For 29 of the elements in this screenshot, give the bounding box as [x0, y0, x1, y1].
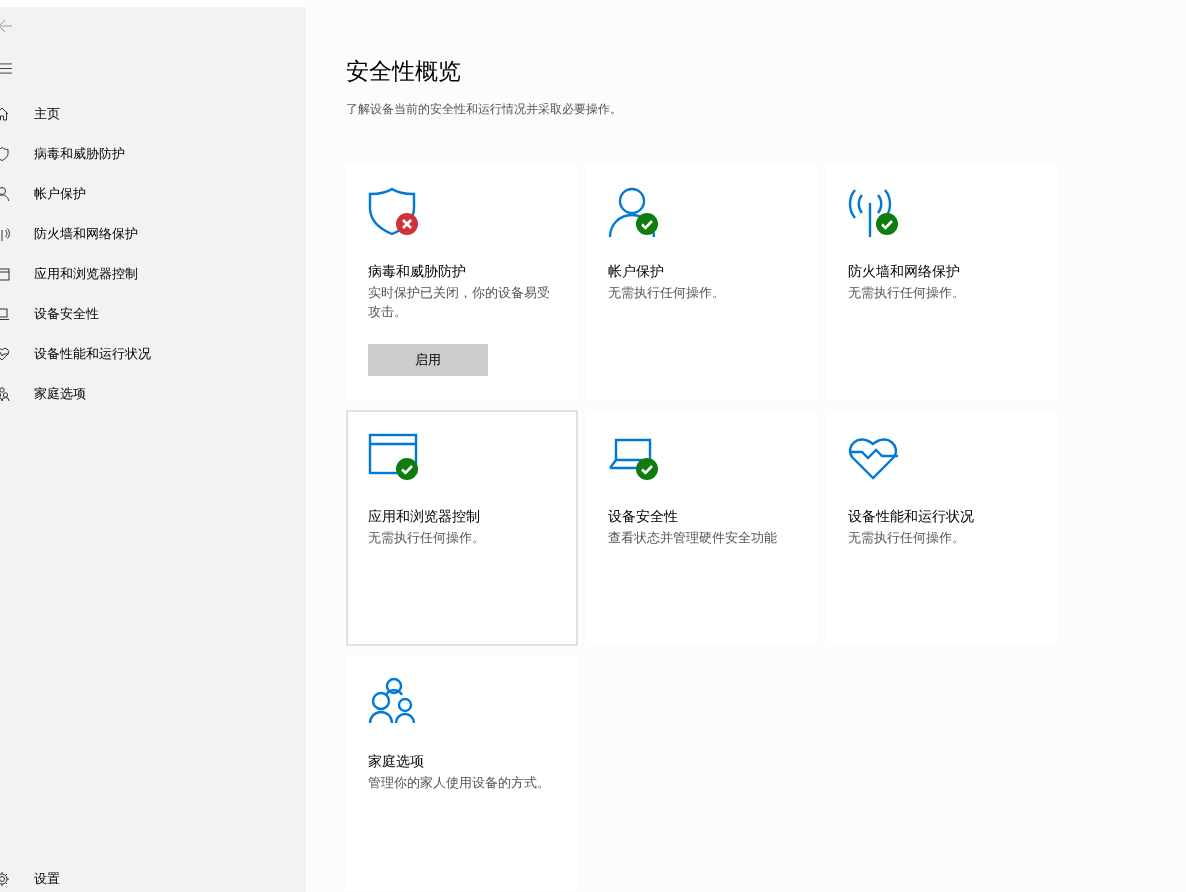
- card-description: 查看状态并管理硬件安全功能: [608, 529, 778, 547]
- nav-item[interactable]: 设备安全性: [34, 305, 99, 323]
- settings-nav-item[interactable]: 设置: [34, 870, 60, 888]
- menu-icon[interactable]: [0, 63, 12, 74]
- turn-on-button[interactable]: 启用: [368, 343, 488, 376]
- nav-item[interactable]: 设备性能和运行状况: [34, 345, 151, 363]
- page-subtitle: 了解设备当前的安全性和运行情况并采取必要操作。: [346, 101, 623, 118]
- card-description: 无需执行任何操作。: [608, 284, 726, 302]
- nav-item[interactable]: 防火墙和网络保护: [34, 225, 138, 243]
- nav-item[interactable]: 帐户保护: [34, 185, 86, 203]
- nav-item[interactable]: 家庭选项: [34, 385, 86, 403]
- status-card[interactable]: 应用和浏览器控制 无需执行任何操作。: [346, 410, 578, 646]
- card-title: 病毒和威胁防护: [368, 263, 467, 281]
- nav-item[interactable]: 主页: [34, 105, 60, 123]
- card-title: 防火墙和网络保护: [848, 263, 961, 281]
- card-title: 设备安全性: [608, 508, 679, 526]
- page-title: 安全性概览: [346, 57, 462, 86]
- card-description: 实时保护已关闭，你的设备易受攻击。: [368, 284, 551, 321]
- card-description: 管理你的家人使用设备的方式。: [368, 774, 551, 792]
- back-arrow-icon[interactable]: [0, 18, 13, 34]
- card-description: 无需执行任何操作。: [848, 284, 966, 302]
- card-title: 帐户保护: [608, 263, 665, 281]
- nav-item[interactable]: 病毒和威胁防护: [34, 145, 125, 163]
- card-description: 无需执行任何操作。: [368, 529, 486, 547]
- card-title: 家庭选项: [368, 753, 425, 771]
- card-description: 无需执行任何操作。: [848, 529, 966, 547]
- card-title: 设备性能和运行状况: [848, 508, 975, 526]
- card-title: 应用和浏览器控制: [368, 508, 481, 526]
- nav-item[interactable]: 应用和浏览器控制: [34, 265, 138, 283]
